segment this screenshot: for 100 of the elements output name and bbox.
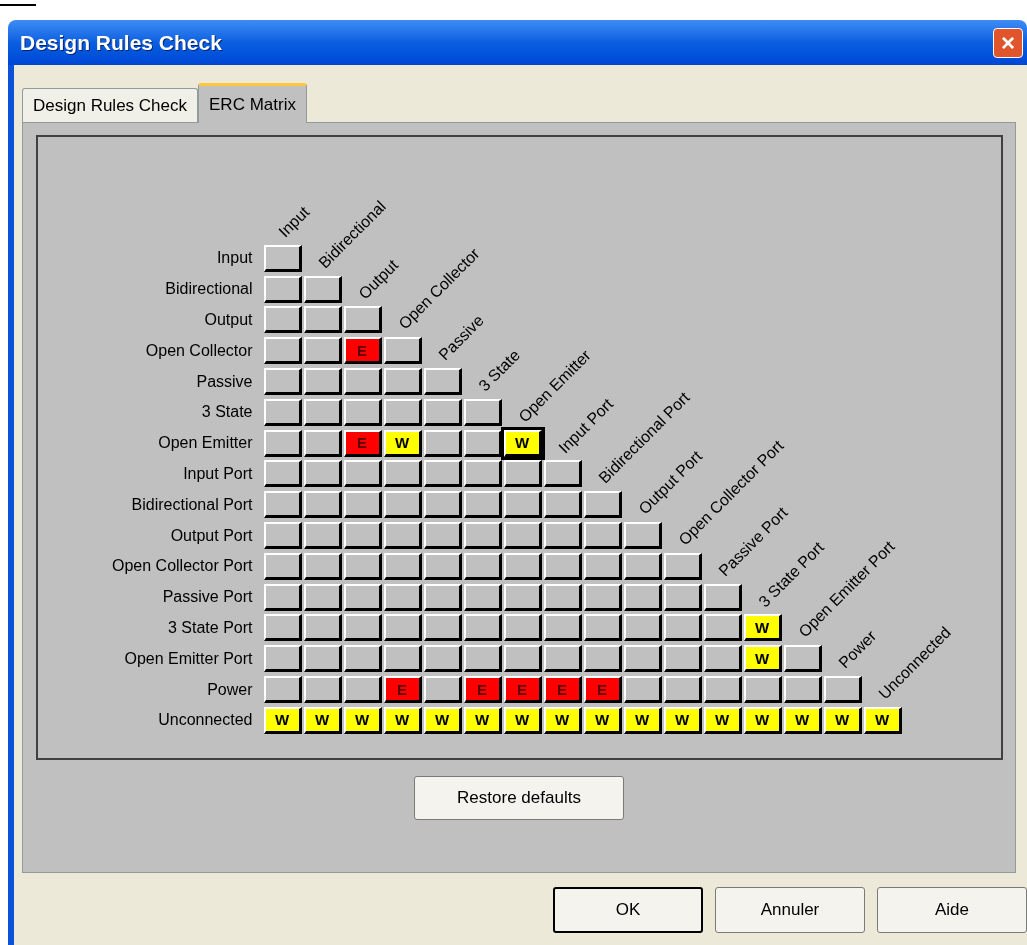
matrix-cell[interactable] [703,583,742,611]
matrix-cell[interactable]: E [583,676,622,704]
matrix-cell[interactable] [583,614,622,642]
matrix-cell[interactable] [383,491,422,519]
matrix-cell[interactable] [503,583,542,611]
dialog-button[interactable]: Annuler [715,887,865,933]
matrix-cell[interactable] [383,368,422,396]
matrix-cell[interactable] [383,645,422,673]
matrix-cell[interactable] [703,614,742,642]
matrix-cell[interactable]: W [423,706,462,734]
matrix-cell[interactable] [263,244,302,272]
matrix-cell[interactable]: W [383,429,422,457]
matrix-cell[interactable] [663,583,702,611]
matrix-cell[interactable] [503,460,542,488]
matrix-cell[interactable] [303,398,342,426]
matrix-cell[interactable] [423,398,462,426]
matrix-cell[interactable] [263,522,302,550]
matrix-cell[interactable]: E [503,676,542,704]
matrix-cell[interactable] [583,491,622,519]
matrix-cell[interactable] [463,583,502,611]
matrix-cell[interactable] [263,552,302,580]
restore-defaults-button[interactable]: Restore defaults [414,776,624,820]
matrix-cell[interactable] [663,552,702,580]
matrix-cell[interactable] [303,676,342,704]
matrix-cell[interactable] [263,275,302,303]
matrix-cell[interactable] [543,491,582,519]
matrix-cell[interactable] [583,583,622,611]
matrix-cell[interactable] [583,552,622,580]
matrix-cell[interactable] [263,368,302,396]
matrix-cell[interactable]: W [783,706,822,734]
close-button[interactable]: × [993,27,1023,58]
matrix-cell[interactable]: W [623,706,662,734]
matrix-cell[interactable] [583,645,622,673]
matrix-cell[interactable] [263,398,302,426]
matrix-cell[interactable] [543,522,582,550]
matrix-cell[interactable] [623,583,662,611]
matrix-cell[interactable]: W [663,706,702,734]
tab[interactable]: ERC Matrix [198,83,307,123]
matrix-cell[interactable]: W [743,614,782,642]
matrix-cell[interactable] [463,491,502,519]
matrix-cell[interactable] [423,552,462,580]
matrix-cell[interactable]: W [503,429,542,457]
matrix-cell[interactable] [263,429,302,457]
matrix-cell[interactable] [343,460,382,488]
matrix-cell[interactable]: E [383,676,422,704]
matrix-cell[interactable] [423,460,462,488]
matrix-cell[interactable] [503,522,542,550]
matrix-cell[interactable] [703,645,742,673]
matrix-cell[interactable] [303,460,342,488]
matrix-cell[interactable] [463,460,502,488]
matrix-cell[interactable]: W [823,706,862,734]
matrix-cell[interactable] [823,676,862,704]
matrix-cell[interactable] [383,337,422,365]
matrix-cell[interactable] [623,645,662,673]
matrix-cell[interactable] [343,368,382,396]
matrix-cell[interactable]: W [703,706,742,734]
matrix-cell[interactable] [383,583,422,611]
matrix-cell[interactable] [503,645,542,673]
matrix-cell[interactable] [303,614,342,642]
matrix-cell[interactable] [303,275,342,303]
matrix-cell[interactable] [383,614,422,642]
matrix-cell[interactable] [303,645,342,673]
matrix-cell[interactable] [343,614,382,642]
matrix-cell[interactable] [303,429,342,457]
matrix-cell[interactable] [663,676,702,704]
matrix-cell[interactable]: E [343,337,382,365]
matrix-cell[interactable] [423,368,462,396]
matrix-cell[interactable]: E [463,676,502,704]
matrix-cell[interactable] [343,522,382,550]
matrix-cell[interactable] [423,491,462,519]
matrix-cell[interactable]: W [583,706,622,734]
matrix-cell[interactable] [703,676,742,704]
matrix-cell[interactable] [343,491,382,519]
matrix-cell[interactable] [263,614,302,642]
matrix-cell[interactable] [263,337,302,365]
matrix-cell[interactable]: W [503,706,542,734]
matrix-cell[interactable] [303,306,342,334]
matrix-cell[interactable] [263,460,302,488]
matrix-cell[interactable] [303,491,342,519]
dialog-button[interactable]: OK [553,887,703,933]
matrix-cell[interactable] [783,676,822,704]
matrix-cell[interactable] [623,552,662,580]
matrix-cell[interactable] [743,676,782,704]
matrix-cell[interactable]: W [383,706,422,734]
matrix-cell[interactable]: W [343,706,382,734]
matrix-cell[interactable] [343,583,382,611]
matrix-cell[interactable] [383,552,422,580]
matrix-cell[interactable] [263,583,302,611]
matrix-cell[interactable] [543,645,582,673]
matrix-cell[interactable] [303,583,342,611]
matrix-cell[interactable] [423,645,462,673]
matrix-cell[interactable] [263,676,302,704]
matrix-cell[interactable] [343,552,382,580]
matrix-cell[interactable] [343,645,382,673]
matrix-cell[interactable]: W [263,706,302,734]
matrix-cell[interactable] [263,491,302,519]
matrix-cell[interactable] [343,676,382,704]
dialog-button[interactable]: Aide [877,887,1027,933]
matrix-cell[interactable]: W [863,706,902,734]
matrix-cell[interactable] [383,522,422,550]
